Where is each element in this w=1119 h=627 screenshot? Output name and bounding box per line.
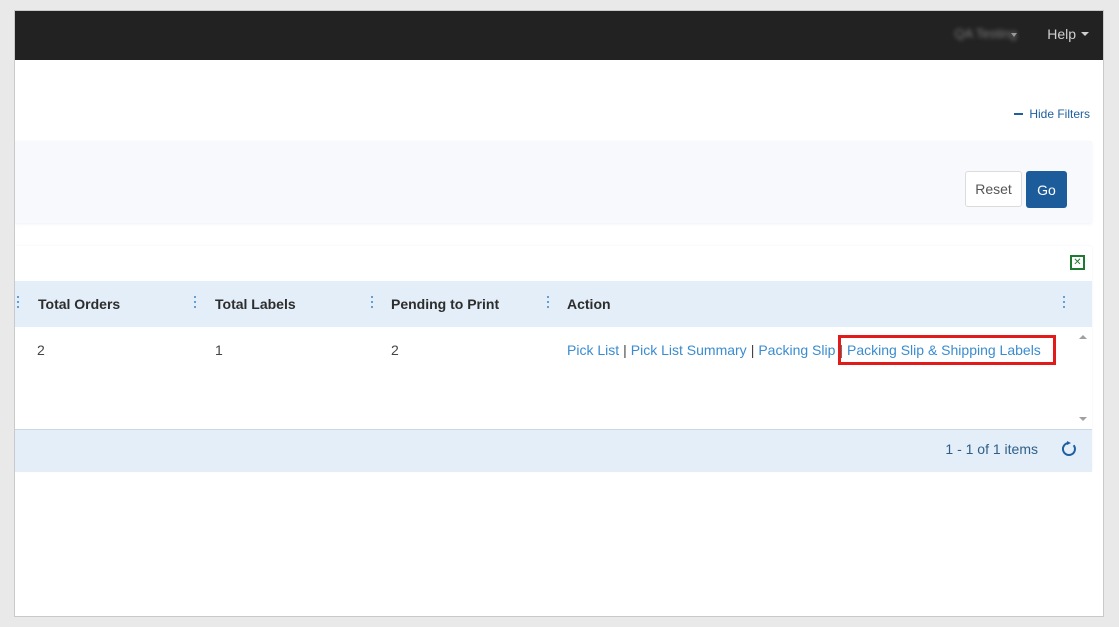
cell-total-labels: 1 bbox=[215, 342, 223, 358]
help-menu[interactable]: Help bbox=[1047, 26, 1089, 42]
go-button[interactable]: Go bbox=[1026, 171, 1067, 208]
column-header-pending-to-print[interactable]: Pending to Print bbox=[391, 296, 499, 312]
packing-slip-link[interactable]: Packing Slip bbox=[758, 342, 835, 358]
grid-pager: 1 - 1 of 1 items bbox=[15, 429, 1092, 472]
cell-pending-to-print: 2 bbox=[391, 342, 399, 358]
filter-panel: Reset Go bbox=[15, 141, 1092, 223]
pager-info: 1 - 1 of 1 items bbox=[945, 441, 1038, 457]
app-window: QA Testing Help Hide Filters Reset Go ✕ … bbox=[14, 10, 1104, 617]
column-menu-icon[interactable] bbox=[547, 296, 551, 310]
user-menu[interactable]: QA Testing bbox=[954, 26, 1017, 41]
column-menu-icon[interactable] bbox=[1063, 296, 1067, 310]
grid-header: Total Orders Total Labels Pending to Pri… bbox=[15, 281, 1092, 327]
column-menu-icon[interactable] bbox=[17, 296, 21, 310]
column-menu-icon[interactable] bbox=[194, 296, 198, 310]
excel-export-icon[interactable]: ✕ bbox=[1070, 255, 1085, 270]
refresh-icon[interactable] bbox=[1061, 441, 1077, 457]
scroll-up-icon[interactable] bbox=[1079, 335, 1087, 339]
cell-total-orders: 2 bbox=[37, 342, 45, 358]
cell-actions: Pick List | Pick List Summary | Packing Slip… bbox=[567, 335, 1057, 365]
user-caret-icon bbox=[1011, 33, 1017, 37]
hide-filters-label: Hide Filters bbox=[1029, 107, 1090, 121]
grid-body: 2 1 2 Pick List | Pick List Summary | Packin… bbox=[15, 327, 1075, 429]
highlight-box bbox=[838, 335, 1057, 365]
caret-down-icon bbox=[1081, 32, 1089, 36]
vertical-scrollbar[interactable] bbox=[1075, 327, 1092, 429]
help-menu-label: Help bbox=[1047, 26, 1076, 42]
reset-button[interactable]: Reset bbox=[965, 171, 1022, 207]
column-menu-icon[interactable] bbox=[371, 296, 375, 310]
top-navbar: QA Testing Help bbox=[15, 11, 1103, 60]
pick-list-link[interactable]: Pick List bbox=[567, 342, 619, 358]
excel-x-glyph: ✕ bbox=[1073, 256, 1082, 268]
column-header-action[interactable]: Action bbox=[567, 296, 611, 312]
packing-slip-shipping-labels-link[interactable]: Packing Slip & Shipping Labels bbox=[838, 335, 1057, 365]
action-separator: | bbox=[750, 342, 755, 358]
column-header-total-labels[interactable]: Total Labels bbox=[215, 296, 296, 312]
action-separator: | bbox=[623, 342, 627, 358]
scroll-down-icon[interactable] bbox=[1079, 417, 1087, 421]
column-header-total-orders[interactable]: Total Orders bbox=[38, 296, 120, 312]
hide-filters-link[interactable]: Hide Filters bbox=[1014, 107, 1090, 121]
pick-list-summary-link[interactable]: Pick List Summary bbox=[631, 342, 747, 358]
minus-icon bbox=[1014, 113, 1024, 115]
